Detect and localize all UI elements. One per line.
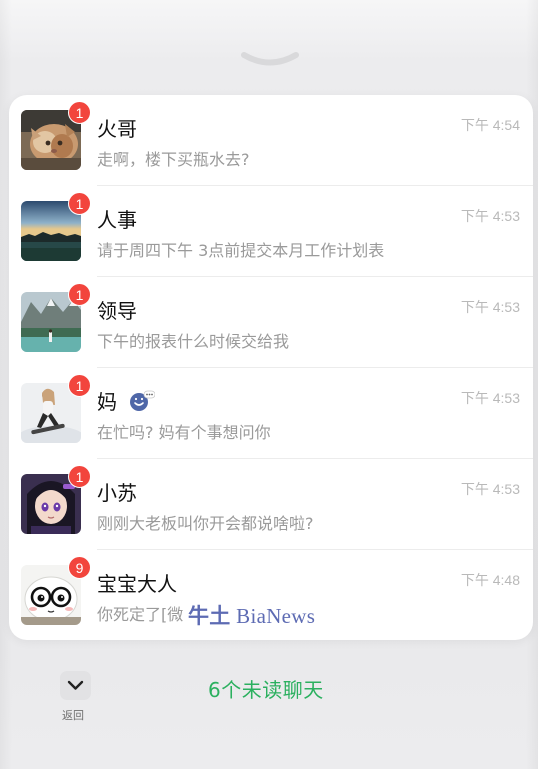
chat-name: 宝宝大人 — [97, 572, 177, 596]
back-label: 返回 — [62, 709, 84, 722]
chat-time: 下午 4:54 — [460, 117, 520, 133]
chat-preview: 请于周四下午 3点前提交本月工作计划表 — [97, 241, 385, 260]
chat-name: 人事 — [97, 208, 137, 232]
typing-emoji-icon — [129, 390, 156, 412]
chat-time: 下午 4:48 — [460, 572, 520, 588]
chat-preview: 在忙吗? 妈有个事想问你 — [97, 423, 271, 442]
unread-summary[interactable]: 6个未读聊天 — [208, 674, 324, 703]
chat-row[interactable]: 1 妈 下午 4:53 在忙吗? 妈有个事想问你 — [9, 368, 533, 459]
watermark-en: BiaNews — [230, 604, 316, 628]
chevron-down-icon — [67, 680, 84, 690]
chat-row[interactable]: 1 人事 下午 4:53 请于周四下午 3点前提交本月工作计划表 — [9, 186, 533, 277]
chat-preview: 走啊，楼下买瓶水去? — [97, 150, 250, 169]
chat-preview: 下午的报表什么时候交给我 — [97, 332, 290, 351]
chat-name: 妈 — [97, 390, 117, 414]
unread-badge: 1 — [68, 465, 91, 488]
chat-time: 下午 4:53 — [460, 208, 520, 224]
unread-badge: 1 — [68, 101, 91, 124]
chat-time: 下午 4:53 — [460, 390, 520, 406]
unread-badge: 1 — [68, 374, 91, 397]
chat-row[interactable]: 1 火哥 下午 4:54 走啊，楼下买瓶水去? — [9, 95, 533, 186]
collapse-handle-icon[interactable] — [240, 50, 300, 70]
watermark: 牛土 BiaNews — [188, 600, 315, 630]
back-button[interactable] — [60, 671, 91, 700]
unread-chats-card: 1 火哥 下午 4:54 走啊，楼下买瓶水去? 1 人事 下午 4:53 请于周… — [9, 95, 533, 640]
chat-time: 下午 4:53 — [460, 299, 520, 315]
chat-preview: 刚刚大老板叫你开会都说啥啦? — [97, 514, 314, 533]
chat-name: 小苏 — [97, 481, 137, 505]
chat-row[interactable]: 1 领导 下午 4:53 下午的报表什么时候交给我 — [9, 277, 533, 368]
chat-time: 下午 4:53 — [460, 481, 520, 497]
unread-badge: 1 — [68, 283, 91, 306]
chat-row[interactable]: 1 小苏 下午 4:53 刚刚大老板叫你开会都说啥啦? — [9, 459, 533, 550]
watermark-cn: 牛土 — [188, 604, 231, 628]
chat-name: 领导 — [97, 299, 137, 323]
unread-badge: 1 — [68, 192, 91, 215]
chat-name: 火哥 — [97, 117, 137, 141]
unread-badge: 9 — [68, 556, 91, 579]
chat-preview: 你死定了[微 — [97, 605, 184, 624]
